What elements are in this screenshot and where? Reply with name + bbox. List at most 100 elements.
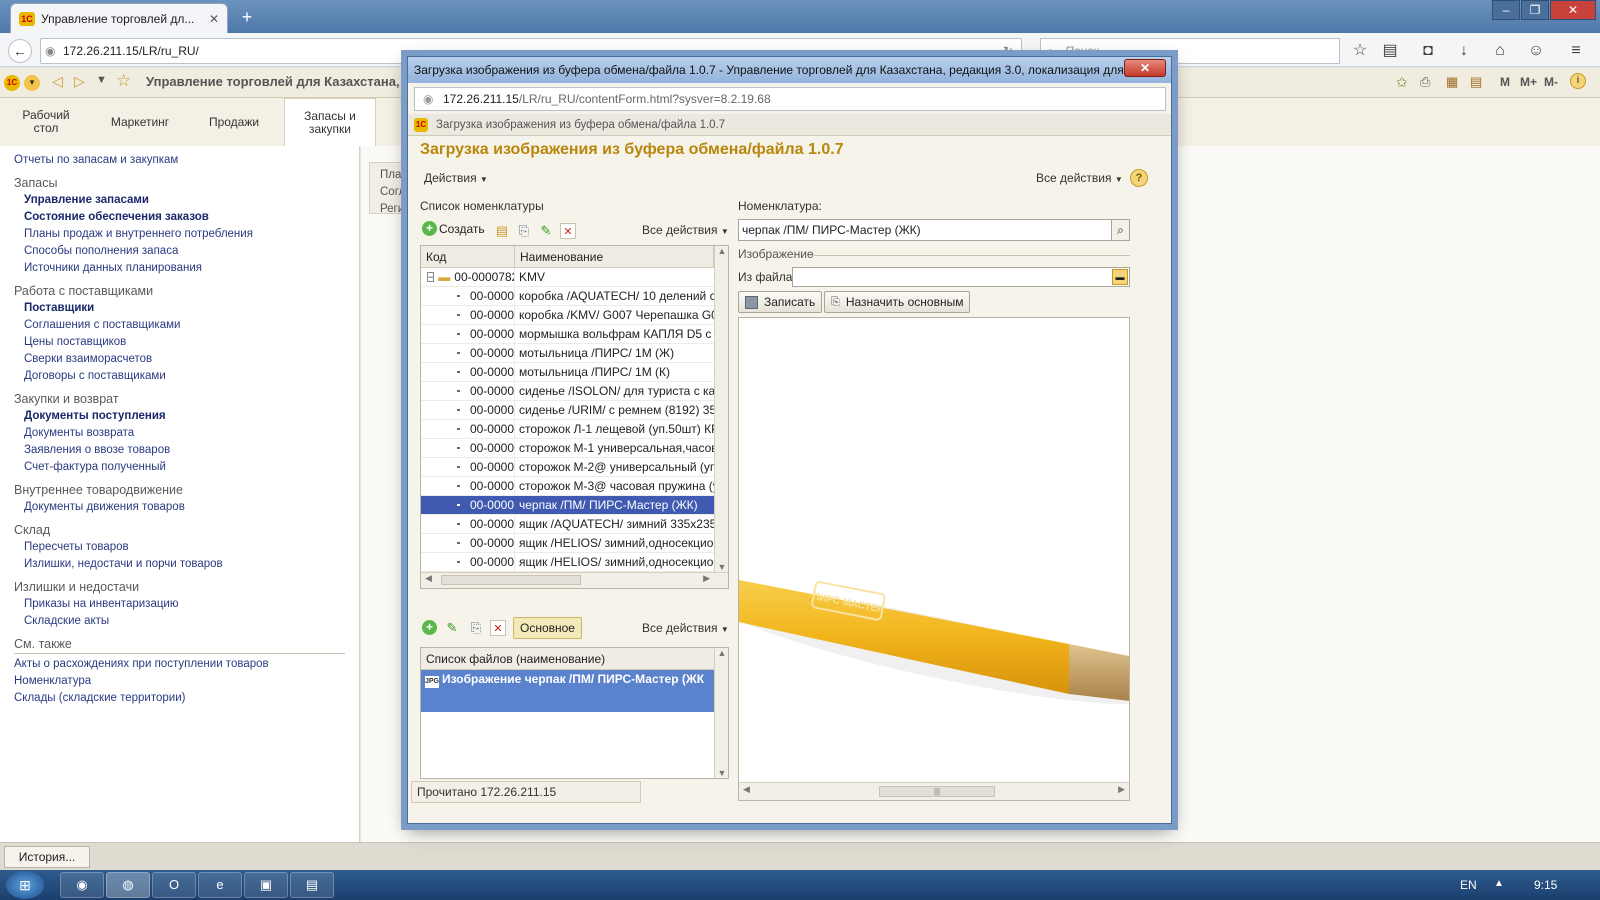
nomenclature-field[interactable]: черпак /ПМ/ ПИРС-Мастер (ЖК) ⌕ (738, 219, 1130, 241)
nav-link[interactable]: Планы продаж и внутреннего потребления (24, 228, 345, 240)
background-item[interactable]: План (380, 167, 408, 184)
download-icon[interactable]: ↓ (1454, 41, 1474, 61)
favorite-add-icon[interactable]: ✩ (1396, 74, 1408, 91)
new-tab-button[interactable]: + (236, 6, 258, 28)
grid-vertical-scrollbar[interactable]: ▲ ▼ (714, 246, 728, 572)
table-row[interactable]: 00-0000 сторожок Л-1 лещевой (уп.50шт) КР… (421, 420, 714, 439)
table-row[interactable]: 00-0000 коробка /AQUATECH/ 10 делений с к… (421, 287, 714, 306)
1c-logo-icon[interactable]: 1С (4, 75, 20, 91)
calendar-icon[interactable]: ▤ (1470, 74, 1482, 90)
file-path-field[interactable]: ▬ (792, 267, 1130, 287)
clock[interactable]: 9:15 (1534, 878, 1557, 892)
table-row[interactable]: 00-0000 мотыльница /ПИРС/ 1М (К) (421, 363, 714, 382)
ie-taskbar-icon[interactable]: e (198, 872, 242, 898)
forward-arrow-icon[interactable]: ▷ (74, 73, 85, 90)
actions-menu[interactable]: Действия ▼ (424, 171, 488, 185)
back-arrow-icon[interactable]: ◁ (52, 73, 63, 90)
memory-minus-button[interactable]: M- (1544, 75, 1558, 89)
delete-icon[interactable]: ✕ (560, 223, 576, 239)
nav-link[interactable]: Договоры с поставщиками (24, 370, 345, 382)
start-button[interactable]: ⊞ (6, 871, 44, 899)
create-folder-icon[interactable]: ▤ (494, 223, 510, 239)
group-row[interactable]: − ▬ 00-0000782 KMV (421, 268, 714, 287)
nav-link[interactable]: Приказы на инвентаризацию (24, 598, 345, 610)
edit-pencil-icon[interactable]: ✎ (538, 223, 554, 239)
app-taskbar-icon[interactable]: ▣ (244, 872, 288, 898)
image-horizontal-scrollbar[interactable]: ◀ ||| ▶ (739, 782, 1129, 800)
nav-link[interactable]: Состояние обеспечения заказов (24, 211, 345, 223)
nav-link[interactable]: Документы возврата (24, 427, 345, 439)
file-row-selected[interactable]: JPG Изображение черпак /ПМ/ ПИРС-Мастер (… (421, 670, 714, 712)
nav-link[interactable]: Заявления о ввозе товаров (24, 444, 345, 456)
menu-circle-icon[interactable]: ▾ (24, 75, 40, 91)
reports-link[interactable]: Отчеты по запасам и закупкам (14, 154, 345, 166)
table-row[interactable]: 00-0000 коробка /KMV/ G007 Черепашка G007 (421, 306, 714, 325)
save-button[interactable]: Записать (738, 291, 823, 313)
table-row[interactable]: 00-0000 ящик /HELIOS/ зимний,односекционн (421, 553, 714, 572)
see-also-link[interactable]: Акты о расхождениях при поступлении това… (14, 658, 345, 670)
see-also-link[interactable]: Номенклатура (14, 675, 345, 687)
nav-link[interactable]: Цены поставщиков (24, 336, 345, 348)
folder-open-icon[interactable]: ▬ (1112, 269, 1128, 285)
column-header-code[interactable]: Код (421, 246, 515, 267)
table-row[interactable]: 00-0000 сиденье /ISOLON/ для туриста с ка… (421, 382, 714, 401)
info-icon[interactable]: i (1570, 73, 1586, 89)
see-also-link[interactable]: Склады (складские территории) (14, 692, 345, 704)
main-file-button[interactable]: Основное (513, 617, 582, 639)
table-row[interactable]: 00-0000 мормышка вольфрам КАПЛЯ D5 с отв (421, 325, 714, 344)
create-button[interactable]: + Создать (422, 221, 485, 236)
calculator-icon[interactable]: ▦ (1446, 74, 1458, 90)
nav-link[interactable]: Соглашения с поставщиками (24, 319, 345, 331)
nav-link[interactable]: Документы движения товаров (24, 501, 345, 513)
copy-file-icon[interactable]: ⎘ (468, 620, 484, 636)
restore-button[interactable]: ❐ (1521, 0, 1549, 20)
pocket-icon[interactable]: ◘ (1418, 41, 1438, 61)
copy-icon[interactable]: ⎘ (516, 223, 532, 239)
history-dropdown-icon[interactable]: ▼ (96, 74, 107, 86)
chrome-taskbar-icon[interactable]: ◉ (60, 872, 104, 898)
all-actions-menu[interactable]: Все действия ▼ (1036, 171, 1123, 185)
firefox-taskbar-icon[interactable]: ◍ (106, 872, 150, 898)
search-icon[interactable]: ⌕ (1111, 220, 1129, 240)
section-inventory[interactable]: Запасы и закупки (284, 98, 376, 146)
print-icon[interactable]: ⎙ (1420, 74, 1430, 90)
add-file-icon[interactable]: + (422, 620, 437, 635)
tray-arrow-icon[interactable]: ▲ (1494, 878, 1504, 889)
grid-horizontal-scrollbar[interactable]: ▶ ◀ (421, 572, 728, 588)
table-row[interactable]: 00-0000 ящик /HELIOS/ зимний,односекционн (421, 534, 714, 553)
table-row-selected[interactable]: 00-0000 черпак /ПМ/ ПИРС-Мастер (ЖК) (421, 496, 714, 515)
nav-link[interactable]: Документы поступления (24, 410, 345, 422)
nav-link[interactable]: Способы пополнения запаса (24, 245, 345, 257)
favorites-star-icon[interactable]: ☆ (116, 71, 131, 91)
edit-file-icon[interactable]: ✎ (444, 620, 460, 636)
table-row[interactable]: 00-0000 ящик /AQUATECH/ зимний 335x235x35 (421, 515, 714, 534)
files-vertical-scrollbar[interactable]: ▲ ▼ (714, 648, 728, 778)
browser-tab[interactable]: 1С Управление торговлей дл... ✕ (10, 3, 228, 33)
chat-icon[interactable]: ☺ (1526, 41, 1546, 61)
nav-link[interactable]: Излишки, недостачи и порчи товаров (24, 558, 345, 570)
help-button[interactable]: ? (1130, 169, 1148, 187)
table-row[interactable]: 00-0000 сторожок М-1 универсальная,часова… (421, 439, 714, 458)
history-button[interactable]: История... (4, 846, 90, 868)
remote-taskbar-icon[interactable]: ▤ (290, 872, 334, 898)
dialog-close-button[interactable]: ✕ (1124, 59, 1166, 77)
list-all-actions-menu[interactable]: Все действия ▼ (642, 223, 729, 237)
table-row[interactable]: 00-0000 сиденье /URIM/ с ремнем (8192) 35… (421, 401, 714, 420)
nav-link[interactable]: Складские акты (24, 615, 345, 627)
column-header-name[interactable]: Наименование (515, 246, 714, 267)
table-row[interactable]: 00-0000 сторожок М-2@ универсальный (уп.5… (421, 458, 714, 477)
nav-link[interactable]: Управление запасами (24, 194, 345, 206)
opera-taskbar-icon[interactable]: O (152, 872, 196, 898)
files-all-actions-menu[interactable]: Все действия ▼ (642, 621, 729, 635)
nav-link[interactable]: Счет-фактура полученный (24, 461, 345, 473)
nav-link[interactable]: Пересчеты товаров (24, 541, 345, 553)
site-info-icon[interactable]: ◉ (45, 39, 55, 63)
table-row[interactable]: 00-0000 сторожок М-3@ часовая пружина (уп… (421, 477, 714, 496)
section-sales[interactable]: Продажи (194, 98, 274, 146)
section-marketing[interactable]: Маркетинг (100, 98, 180, 146)
nav-link[interactable]: Поставщики (24, 302, 345, 314)
language-indicator[interactable]: EN (1460, 878, 1477, 892)
set-main-button[interactable]: ⎘ Назначить основным (824, 291, 971, 313)
background-item[interactable]: Регис (380, 201, 408, 213)
close-tab-icon[interactable]: ✕ (209, 12, 219, 26)
